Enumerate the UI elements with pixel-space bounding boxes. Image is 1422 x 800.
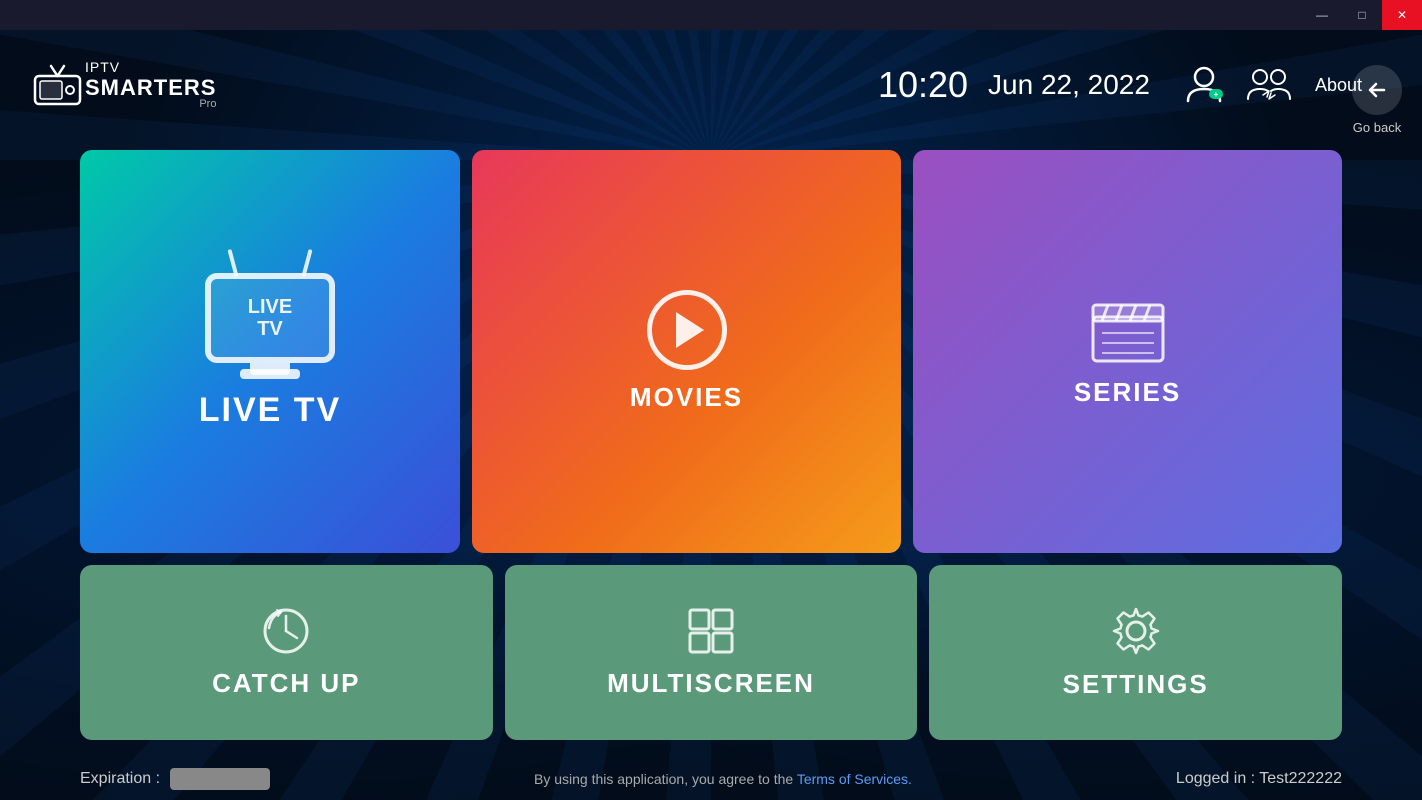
terms-link[interactable]: Terms of Services. — [797, 771, 912, 787]
tv-antenna-right — [301, 249, 312, 277]
play-triangle — [676, 312, 704, 348]
go-back-icon — [1352, 65, 1402, 115]
settings-label: SETTINGS — [1063, 669, 1209, 700]
expiration-label: Expiration : — [80, 770, 160, 788]
catchup-label: CATCH UP — [212, 668, 360, 699]
header-time: 10:20 — [878, 64, 968, 106]
logged-in-label: Logged in : Test222222 — [1176, 770, 1342, 788]
expiration-value-redacted — [170, 768, 270, 790]
live-tv-icon: LIVE TV — [205, 273, 335, 379]
titlebar: — □ ✕ — [0, 0, 1422, 30]
grid-bottom-row: CATCH UP MULTISCREEN SETTINGS — [80, 565, 1342, 740]
series-card[interactable]: SERIES — [913, 150, 1342, 553]
terms-text: By using this application, you agree to … — [534, 771, 793, 787]
maximize-button[interactable]: □ — [1342, 0, 1382, 30]
logo-area: IPTV SMARTERS Pro — [30, 58, 216, 113]
main-content: LIVE TV LIVE TV MOVIES — [80, 150, 1342, 740]
logo-iptv: IPTV — [85, 60, 216, 75]
multiscreen-label: MULTISCREEN — [607, 668, 815, 699]
svg-text:+: + — [1214, 90, 1219, 99]
logo-smarters: SMARTERS — [85, 76, 216, 100]
tv-inner-label: LIVE TV — [248, 296, 292, 340]
logo-icon — [30, 58, 85, 113]
clapper-icon — [1088, 295, 1168, 365]
settings-card[interactable]: SETTINGS — [929, 565, 1342, 740]
minimize-button[interactable]: — — [1302, 0, 1342, 30]
close-button[interactable]: ✕ — [1382, 0, 1422, 30]
header: IPTV SMARTERS Pro 10:20 Jun 22, 2022 + — [0, 30, 1422, 140]
settings-gear-icon — [1110, 605, 1162, 657]
movies-card[interactable]: MOVIES — [472, 150, 901, 553]
expiration-area: Expiration : — [80, 768, 270, 790]
header-icons: + — [1180, 60, 1295, 110]
multiscreen-icon — [686, 606, 736, 656]
play-icon — [647, 290, 727, 370]
movies-label: MOVIES — [630, 382, 743, 413]
go-back-label: Go back — [1353, 120, 1401, 135]
footer-terms: By using this application, you agree to … — [290, 771, 1156, 787]
logo-pro: Pro — [85, 98, 216, 110]
live-tv-card[interactable]: LIVE TV LIVE TV — [80, 150, 460, 553]
live-tv-label: LIVE TV — [199, 391, 341, 430]
catchup-card[interactable]: CATCH UP — [80, 565, 493, 740]
footer: Expiration : By using this application, … — [80, 768, 1342, 790]
series-label: SERIES — [1074, 377, 1181, 408]
switch-user-icon-button[interactable] — [1245, 60, 1295, 110]
multiscreen-card[interactable]: MULTISCREEN — [505, 565, 918, 740]
go-back-button[interactable]: Go back — [1352, 65, 1402, 135]
clock-icon — [261, 606, 311, 656]
tv-antenna-left — [227, 249, 238, 277]
tv-body: LIVE TV — [205, 273, 335, 363]
grid-top-row: LIVE TV LIVE TV MOVIES — [80, 150, 1342, 553]
logo-text: IPTV SMARTERS Pro — [85, 60, 216, 110]
user-icon-button[interactable]: + — [1180, 60, 1230, 110]
header-date: Jun 22, 2022 — [988, 69, 1150, 101]
